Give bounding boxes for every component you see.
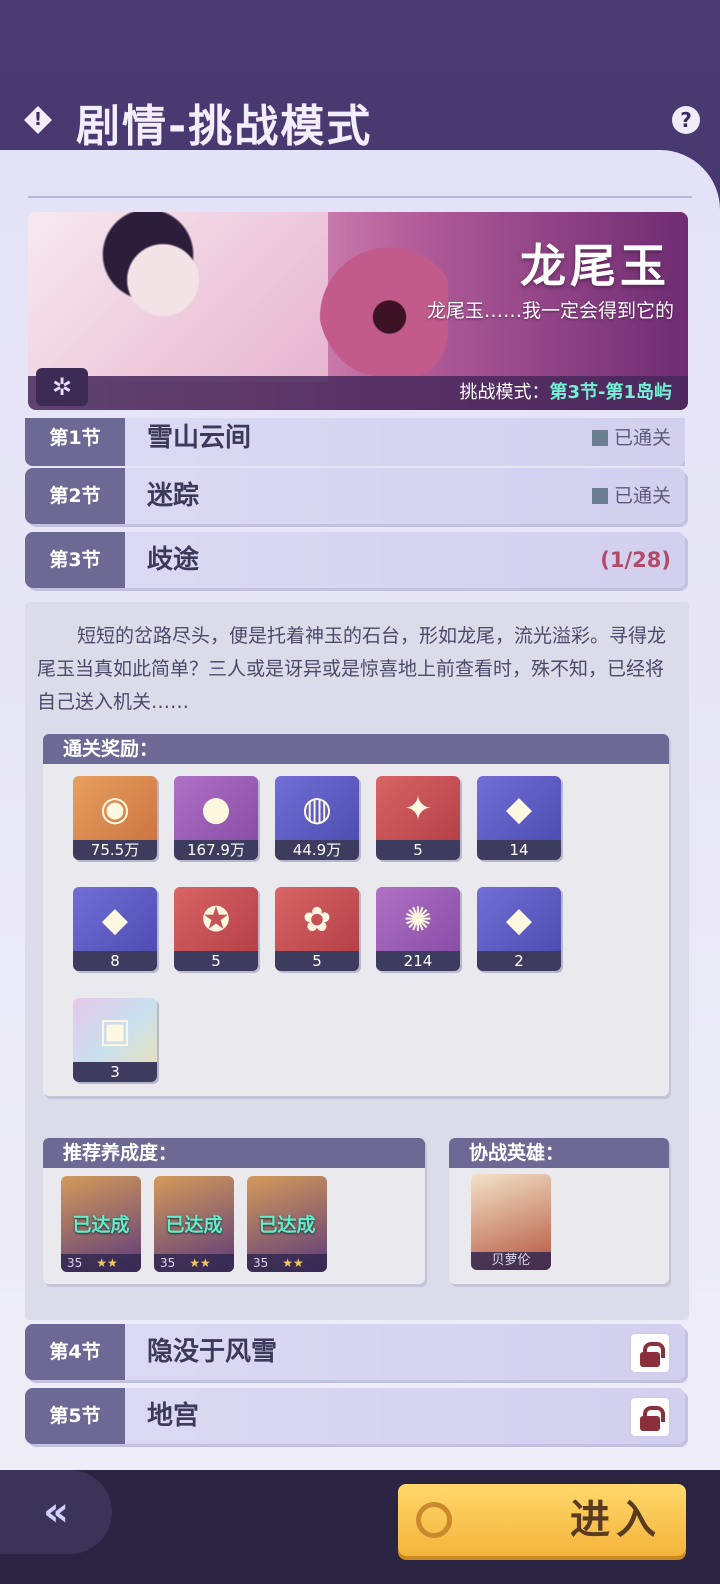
- assist-hero-name: 贝萝伦: [471, 1252, 551, 1270]
- reward-item[interactable]: ✪ 5: [174, 887, 258, 971]
- double-gem-icon: ◆: [101, 900, 129, 940]
- recommend-hero-card[interactable]: 已达成 35 ★★: [247, 1176, 327, 1272]
- achieved-label: 已达成: [258, 1214, 316, 1236]
- hero-portrait-fragment-icon: ✿: [302, 900, 332, 940]
- hero-level: 35: [67, 1256, 83, 1270]
- status-label: 已通关: [613, 485, 671, 507]
- chapter-name: 隐没于风雪: [147, 1337, 278, 1367]
- chapter-row-2[interactable]: 第2节 迷踪 已通关: [25, 468, 685, 524]
- page-title: 剧情-挑战模式: [76, 101, 373, 152]
- blue-gem-icon: ◆: [505, 789, 533, 829]
- hero-level-stars: 35 ★★: [154, 1254, 234, 1272]
- achieved-label: 已达成: [165, 1214, 223, 1236]
- rewards-section: 通关奖励： ◉ 75.5万 ● 167.9万 ◍ 44.9万 ✦ 5 ◆ 14 ◆ 8 ✪ 5 ✿ 5 ✺ 214…: [43, 734, 669, 1096]
- divider: [28, 196, 692, 198]
- mode-value: 第3节-第1岛屿: [549, 382, 672, 403]
- chapter-name: 迷踪: [147, 481, 200, 511]
- cloud-orb-icon: ✺: [403, 900, 433, 940]
- reward-count: 8: [73, 951, 157, 971]
- chapter-number: 第4节: [25, 1324, 125, 1380]
- back-button[interactable]: «: [0, 1470, 112, 1554]
- reward-item[interactable]: ▣ 3: [73, 998, 157, 1082]
- chapter-row-1[interactable]: 第1节 雪山云间 已通关: [25, 418, 685, 466]
- hero-fragment-icon: ✪: [201, 900, 231, 940]
- chapter-number: 第1节: [25, 418, 125, 466]
- coin-icon: [416, 1502, 452, 1538]
- achieved-label: 已达成: [72, 1214, 130, 1236]
- chapter-name: 雪山云间: [147, 423, 252, 453]
- header: ! 剧情-挑战模式 ?: [0, 0, 720, 160]
- hero-level: 35: [253, 1256, 269, 1270]
- enter-label: 进入: [570, 1497, 662, 1543]
- banner-character-art: [28, 212, 328, 382]
- mode-label: 挑战模式：: [459, 382, 550, 403]
- gold-coin-icon: ◉: [100, 789, 130, 829]
- reward-item[interactable]: ◍ 44.9万: [275, 776, 359, 860]
- pink-orb-icon: ●: [201, 789, 231, 829]
- chapter-number: 第2节: [25, 468, 125, 524]
- alert-icon[interactable]: !: [24, 106, 52, 134]
- chapter-name: 地宫: [147, 1401, 200, 1431]
- reward-item[interactable]: ◉ 75.5万: [73, 776, 157, 860]
- hero-stars: ★★: [189, 1256, 211, 1270]
- chapter-status: 已通关: [591, 468, 671, 524]
- assist-section: 协战英雄： 贝萝伦: [449, 1138, 669, 1284]
- reward-item[interactable]: ◆ 14: [477, 776, 561, 860]
- recommend-hero-card[interactable]: 已达成 35 ★★: [61, 1176, 141, 1272]
- chapter-status: 已通关: [591, 418, 671, 466]
- reward-item[interactable]: ◆ 2: [477, 887, 561, 971]
- hero-level: 35: [160, 1256, 176, 1270]
- reward-count: 14: [477, 840, 561, 860]
- chapter-name: 歧途: [147, 545, 200, 575]
- chapter-progress: (1/28): [600, 548, 671, 572]
- puzzle-fragment-icon: ✦: [403, 789, 433, 829]
- banner-mode: 挑战模式：第3节-第1岛屿: [459, 378, 672, 404]
- assist-hero-card[interactable]: 贝萝伦: [471, 1174, 551, 1270]
- reward-count: 5: [275, 951, 359, 971]
- banner-quote: 龙尾玉……我一定会得到它的: [426, 300, 674, 322]
- recommend-hero-card[interactable]: 已达成 35 ★★: [154, 1176, 234, 1272]
- assist-title: 协战英雄：: [449, 1138, 669, 1168]
- reward-item[interactable]: ✺ 214: [376, 887, 460, 971]
- status-label: 已通关: [613, 427, 671, 449]
- recommend-section: 推荐养成度： 已达成 35 ★★ 已达成 35 ★★ 已达成 35 ★★: [43, 1138, 425, 1284]
- reward-count: 5: [376, 840, 460, 860]
- hero-level-stars: 35 ★★: [61, 1254, 141, 1272]
- rewards-title: 通关奖励：: [43, 734, 669, 764]
- chapter-detail: 短短的岔路尽头，便是托着神玉的石台，形如龙尾，流光溢彩。寻得龙尾玉当真如此简单？…: [25, 602, 689, 1320]
- hero-stars: ★★: [282, 1256, 304, 1270]
- hero-level-stars: 35 ★★: [247, 1254, 327, 1272]
- cleared-icon: [591, 488, 608, 504]
- reward-count: 214: [376, 951, 460, 971]
- chapter-row-5[interactable]: 第5节 地宫: [25, 1388, 685, 1444]
- help-icon[interactable]: ?: [672, 106, 700, 134]
- reward-count: 44.9万: [275, 840, 359, 860]
- reward-count: 75.5万: [73, 840, 157, 860]
- chapter-description: 短短的岔路尽头，便是托着神玉的石台，形如龙尾，流光溢彩。寻得龙尾玉当真如此简单？…: [37, 625, 667, 713]
- chapter-row-4[interactable]: 第4节 隐没于风雪: [25, 1324, 685, 1380]
- chapter-banner: 龙尾玉 龙尾玉……我一定会得到它的 挑战模式：第3节-第1岛屿 ✲: [28, 212, 688, 410]
- chapter-number: 第5节: [25, 1388, 125, 1444]
- lock-icon: [629, 1332, 671, 1374]
- reward-count: 167.9万: [174, 840, 258, 860]
- reward-count: 3: [73, 1062, 157, 1082]
- cleared-icon: [591, 430, 608, 446]
- mode-emblem-icon: ✲: [36, 368, 88, 406]
- reward-item[interactable]: ✿ 5: [275, 887, 359, 971]
- chapter-number: 第3节: [25, 532, 125, 588]
- banner-title: 龙尾玉: [520, 239, 670, 293]
- blue-orb-icon: ◍: [302, 789, 332, 829]
- reward-item[interactable]: ✦ 5: [376, 776, 460, 860]
- hero-stars: ★★: [96, 1256, 118, 1270]
- reward-count: 5: [174, 951, 258, 971]
- reward-item[interactable]: ● 167.9万: [174, 776, 258, 860]
- chapter-row-3[interactable]: 第3节 歧途 (1/28): [25, 532, 685, 588]
- triple-gem-icon: ◆: [505, 900, 533, 940]
- reward-item[interactable]: ◆ 8: [73, 887, 157, 971]
- card-icon: ▣: [98, 1011, 132, 1051]
- lock-icon: [629, 1396, 671, 1438]
- reward-count: 2: [477, 951, 561, 971]
- recommend-title: 推荐养成度：: [43, 1138, 425, 1168]
- enter-button[interactable]: 进入: [398, 1484, 686, 1556]
